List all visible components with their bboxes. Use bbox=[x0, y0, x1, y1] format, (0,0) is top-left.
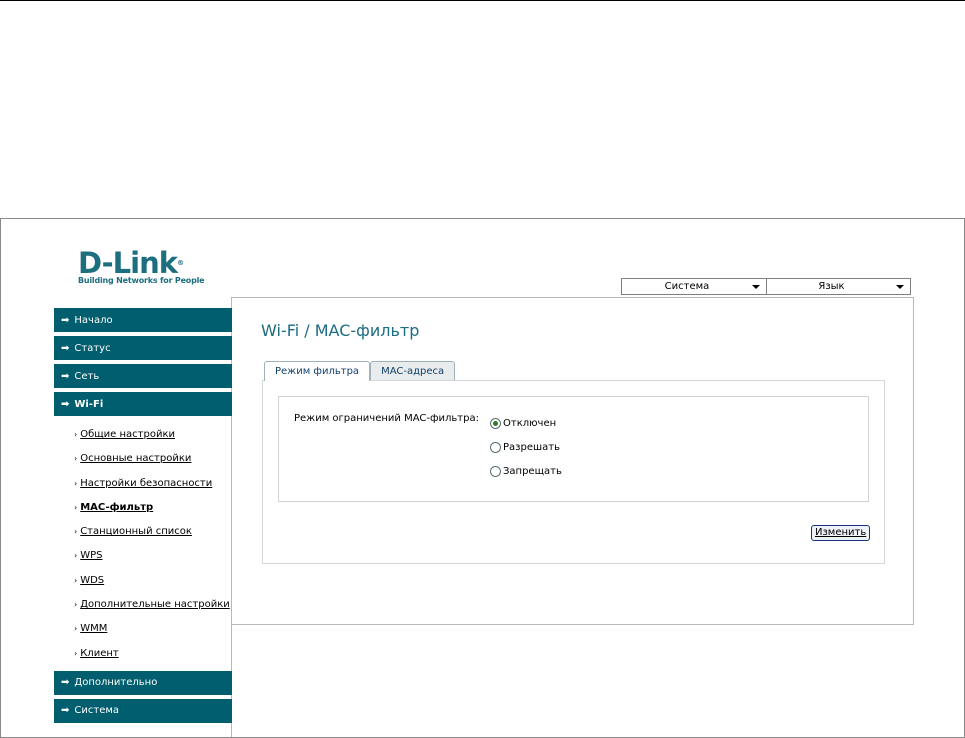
submenu-item-label[interactable]: Настройки безопасности bbox=[80, 478, 212, 489]
logo-tagline: Building Networks for People bbox=[78, 276, 205, 285]
filter-mode-form bbox=[278, 396, 869, 502]
sidebar-item-label: Начало bbox=[74, 314, 113, 326]
sidebar-item-label: Статус bbox=[74, 342, 111, 354]
submenu-item-label[interactable]: Клиент bbox=[80, 648, 119, 659]
submenu-item-security[interactable]: › Настройки безопасности bbox=[74, 472, 232, 496]
tab-mac-addresses[interactable]: MAC-адреса bbox=[370, 361, 456, 380]
sidebar-item-wifi[interactable]: ➡ Wi-Fi bbox=[54, 392, 232, 416]
submenu-item-label[interactable]: Дополнительные настройки bbox=[80, 599, 230, 610]
page-title: Wi-Fi / MAC-фильтр bbox=[261, 321, 420, 340]
sidebar-item-network[interactable]: ➡ Сеть bbox=[54, 364, 232, 388]
bullet-icon: › bbox=[74, 624, 78, 634]
logo-text: D-Link bbox=[78, 246, 178, 280]
bullet-icon: › bbox=[74, 454, 78, 464]
language-dropdown[interactable]: Язык bbox=[767, 278, 911, 295]
arrow-right-icon: ➡ bbox=[61, 342, 70, 354]
dlink-logo: D-Link® Building Networks for People bbox=[78, 246, 205, 286]
mac-filter-mode-label: Режим ограничений MAC-фильтра: bbox=[294, 413, 479, 424]
bullet-icon: › bbox=[74, 551, 78, 561]
bullet-icon: › bbox=[74, 502, 78, 512]
top-menu-bar: Система Язык bbox=[621, 278, 911, 295]
radio-label: Разрешать bbox=[503, 442, 560, 453]
radio-button[interactable] bbox=[490, 418, 501, 429]
change-button[interactable]: Изменить bbox=[811, 525, 871, 541]
arrow-right-icon: ➡ bbox=[61, 370, 70, 382]
submenu-item-wds[interactable]: › WDS bbox=[74, 569, 232, 593]
language-dropdown-label: Язык bbox=[818, 281, 845, 292]
bullet-icon: › bbox=[74, 527, 78, 537]
system-dropdown-label: Система bbox=[664, 281, 710, 292]
radio-option-deny[interactable]: Запрещать bbox=[490, 466, 562, 477]
radio-option-disabled[interactable]: Отключен bbox=[490, 418, 556, 429]
submenu-item-basic[interactable]: › Основные настройки bbox=[74, 447, 232, 471]
submenu-item-wps[interactable]: › WPS bbox=[74, 544, 232, 568]
chevron-down-icon bbox=[896, 285, 904, 289]
arrow-right-icon: ➡ bbox=[61, 677, 70, 689]
submenu-item-label[interactable]: Общие настройки bbox=[80, 429, 175, 440]
submenu-item-advanced[interactable]: › Дополнительные настройки bbox=[74, 593, 232, 617]
radio-option-allow[interactable]: Разрешать bbox=[490, 442, 560, 453]
bullet-icon: › bbox=[74, 648, 78, 658]
radio-button[interactable] bbox=[490, 442, 501, 453]
submenu-item-label[interactable]: Основные настройки bbox=[80, 453, 191, 464]
sidebar-item-label: Дополнительно bbox=[74, 677, 158, 689]
sidebar-item-label: Сеть bbox=[74, 370, 100, 382]
arrow-right-icon: ➡ bbox=[61, 398, 70, 410]
router-admin-window: D-Link® Building Networks for People Сис… bbox=[0, 218, 965, 738]
sidebar-item-label: Система bbox=[74, 705, 120, 717]
submenu-item-wmm[interactable]: › WMM bbox=[74, 617, 232, 641]
radio-button[interactable] bbox=[490, 466, 501, 477]
submenu-item-label[interactable]: Станционный список bbox=[80, 526, 192, 537]
wifi-submenu: › Общие настройки › Основные настройки › На… bbox=[54, 420, 232, 671]
submenu-item-label[interactable]: WMM bbox=[80, 623, 107, 634]
radio-label: Запрещать bbox=[503, 466, 562, 477]
sidebar-item-advanced[interactable]: ➡ Дополнительно bbox=[54, 670, 232, 695]
submenu-item-client[interactable]: › Клиент bbox=[74, 642, 232, 666]
chevron-down-icon bbox=[752, 285, 760, 289]
sidebar-nav: ➡ Начало ➡ Статус ➡ Сеть ➡ Wi-Fi › Общие … bbox=[54, 308, 232, 727]
submenu-item-mac-filter[interactable]: › MAC-фильтр bbox=[74, 496, 232, 520]
submenu-item-label[interactable]: MAC-фильтр bbox=[80, 502, 153, 513]
submenu-item-general[interactable]: › Общие настройки bbox=[74, 423, 232, 447]
sidebar-item-label: Wi-Fi bbox=[74, 398, 104, 410]
bullet-icon: › bbox=[74, 430, 78, 439]
bullet-icon: › bbox=[74, 575, 78, 585]
bullet-icon: › bbox=[74, 478, 78, 488]
submenu-item-label[interactable]: WDS bbox=[80, 575, 104, 586]
registered-mark: ® bbox=[177, 259, 184, 267]
bullet-icon: › bbox=[74, 600, 78, 610]
tab-filter-mode[interactable]: Режим фильтра bbox=[264, 361, 371, 381]
sidebar-item-system[interactable]: ➡ Система bbox=[54, 698, 232, 723]
tab-bar: Режим фильтра MAC-адреса bbox=[264, 361, 456, 381]
arrow-right-icon: ➡ bbox=[61, 705, 70, 717]
submenu-item-label[interactable]: WPS bbox=[80, 550, 102, 561]
sidebar-item-status[interactable]: ➡ Статус bbox=[54, 336, 232, 360]
arrow-right-icon: ➡ bbox=[61, 314, 70, 326]
radio-label: Отключен bbox=[503, 418, 557, 429]
system-dropdown[interactable]: Система bbox=[621, 278, 767, 295]
top-rule bbox=[0, 0, 965, 1]
submenu-item-station-list[interactable]: › Станционный список bbox=[74, 520, 232, 544]
sidebar-item-home[interactable]: ➡ Начало bbox=[54, 308, 232, 332]
